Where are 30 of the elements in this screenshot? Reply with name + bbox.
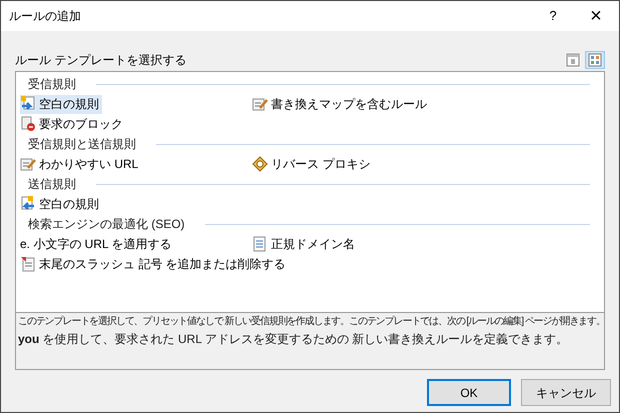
- group-header: 受信規則と送信規則: [28, 136, 136, 153]
- group-header: 送信規則: [28, 176, 76, 193]
- template-item[interactable]: リバース プロキシ: [252, 154, 374, 174]
- document-arrow-icon: [20, 196, 36, 212]
- template-item[interactable]: 書き換えマップを含むルール: [252, 94, 430, 114]
- description-text: このテンプレートを選択して、プリセット値なしで 新しい受信規則を作成します。このテンプレートでは、次の [ルールの編集] ページが開きます。: [18, 315, 606, 329]
- block-document-icon: [20, 116, 36, 132]
- cancel-button[interactable]: キャンセル: [521, 379, 611, 406]
- section-label: ルール テンプレートを選択する: [15, 52, 186, 69]
- ok-button[interactable]: OK: [427, 379, 511, 406]
- document-arrow-icon: [20, 96, 36, 112]
- diamond-icon: [252, 156, 268, 172]
- template-item[interactable]: 空白の規則: [20, 194, 102, 214]
- template-item[interactable]: わかりやすい URL: [20, 154, 142, 174]
- tiles-view-button[interactable]: [585, 51, 605, 69]
- group-header: 検索エンジンの最適化 (SEO): [28, 216, 185, 233]
- template-item[interactable]: 空白の規則: [20, 94, 102, 114]
- close-button[interactable]: ×: [573, 1, 619, 31]
- template-item[interactable]: 要求のブロック: [20, 114, 126, 134]
- document-icon: [20, 256, 36, 272]
- window-title: ルールの追加: [9, 8, 81, 25]
- template-item[interactable]: e. 小文字の URL を適用する: [20, 234, 175, 254]
- description-text: you を使用して、要求された URL アドレスを変更するための 新しい書き換えルールを定義できます。: [18, 331, 570, 347]
- group-header: 受信規則: [28, 76, 76, 93]
- template-item[interactable]: 末尾のスラッシュ 記号 を追加または削除する: [20, 254, 289, 274]
- help-button[interactable]: ?: [533, 1, 573, 31]
- pencil-document-icon: [20, 156, 36, 172]
- document-icon: [252, 236, 268, 252]
- pencil-document-icon: [252, 96, 268, 112]
- template-item[interactable]: 正規ドメイン名: [252, 234, 358, 254]
